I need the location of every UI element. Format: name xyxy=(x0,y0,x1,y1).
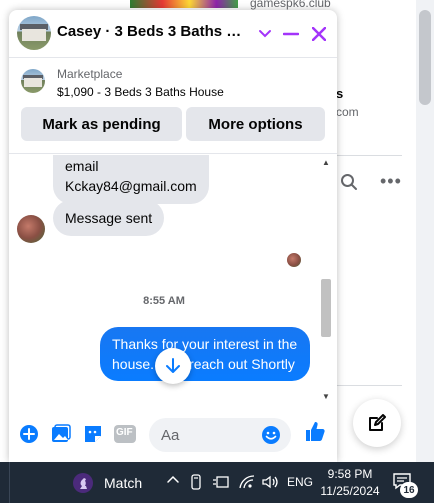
scroll-down-arrow-icon[interactable]: ▼ xyxy=(322,392,330,401)
read-receipt-avatar xyxy=(287,253,301,267)
language-indicator[interactable]: ENG xyxy=(287,475,313,489)
volume-icon[interactable] xyxy=(261,474,279,493)
divider xyxy=(336,155,402,156)
clock-time: 9:58 PM xyxy=(327,467,373,481)
message-composer: GIF xyxy=(9,414,337,454)
gif-label: GIF xyxy=(116,427,133,438)
sticker-icon[interactable] xyxy=(81,422,105,446)
message-text: Kckay84@gmail.com xyxy=(65,178,197,194)
gif-icon[interactable]: GIF xyxy=(113,422,137,446)
image-icon[interactable] xyxy=(49,422,73,446)
mark-as-pending-button[interactable]: Mark as pending xyxy=(21,107,182,141)
chat-scrollbar-thumb[interactable] xyxy=(321,279,331,337)
listing-avatar[interactable] xyxy=(17,16,51,50)
arrow-down-icon xyxy=(166,358,180,373)
more-horizontal-icon[interactable]: ••• xyxy=(380,171,402,192)
scroll-up-arrow-icon[interactable]: ▲ xyxy=(322,158,330,167)
chat-scrollbar[interactable]: ▲ ▼ xyxy=(319,155,333,404)
chess-piece-icon xyxy=(73,473,93,493)
listing-thumbnail[interactable] xyxy=(21,69,45,93)
emoji-icon[interactable] xyxy=(261,425,281,445)
listing-source-label: Marketplace xyxy=(57,67,123,81)
marketplace-listing-panel: Marketplace $1,090 - 3 Beds 3 Baths Hous… xyxy=(9,59,337,154)
device-icon[interactable] xyxy=(190,474,202,493)
chat-title[interactable]: Casey · 3 Beds 3 Baths House xyxy=(57,23,247,40)
chat-header[interactable]: Casey · 3 Beds 3 Baths House xyxy=(9,10,337,58)
clock-date: 11/25/2024 xyxy=(320,484,380,498)
taskbar-clock[interactable]: 9:58 PM 11/25/2024 xyxy=(318,466,382,500)
windows-taskbar: Match ENG 9:58 PM 11/25/2024 16 xyxy=(0,462,434,503)
minimize-icon[interactable] xyxy=(279,22,303,46)
page-scrollbar-thumb[interactable] xyxy=(419,10,431,105)
message-bubble-incoming[interactable]: Message sent xyxy=(53,200,165,236)
message-list[interactable]: email Kckay84@gmail.com Message sent 8:5… xyxy=(9,155,337,404)
new-message-button[interactable] xyxy=(353,399,401,447)
message-timestamp: 8:55 AM xyxy=(143,295,185,307)
scroll-to-bottom-button[interactable] xyxy=(155,348,191,384)
taskbar-app-label: Match xyxy=(104,475,143,491)
chevron-down-icon[interactable] xyxy=(253,22,277,46)
background-domain-fragment: com xyxy=(336,105,359,119)
background-text-fragment: s xyxy=(336,86,344,101)
compose-icon xyxy=(369,414,386,431)
message-bubble-incoming[interactable]: email Kckay84@gmail.com xyxy=(53,155,209,204)
battery-plug-icon[interactable] xyxy=(212,474,230,493)
message-text: Message sent xyxy=(65,210,153,226)
taskbar-app-match[interactable]: Match xyxy=(72,471,142,495)
more-options-button[interactable]: More options xyxy=(186,107,325,141)
taskbar-divider xyxy=(0,462,10,503)
sender-avatar[interactable] xyxy=(17,215,45,243)
chat-window: Casey · 3 Beds 3 Baths House Marketplace… xyxy=(9,10,337,462)
ad-domain[interactable]: gamespk6.club xyxy=(250,0,331,10)
notification-count-badge: 16 xyxy=(400,482,418,498)
divider xyxy=(336,385,402,386)
message-bubble-outgoing[interactable]: Thanks for your interest in the house. I… xyxy=(100,327,310,381)
message-text: email xyxy=(65,158,99,174)
chevron-up-icon[interactable] xyxy=(166,473,180,487)
close-icon[interactable] xyxy=(307,22,331,46)
listing-summary[interactable]: $1,090 - 3 Beds 3 Baths House xyxy=(57,85,224,99)
thumbs-up-icon[interactable] xyxy=(303,420,327,444)
message-text: Thanks for your interest in the house. I… xyxy=(112,336,298,372)
wifi-icon[interactable] xyxy=(238,474,256,493)
search-icon[interactable] xyxy=(340,173,358,191)
plus-circle-icon[interactable] xyxy=(17,422,41,446)
ad-image[interactable] xyxy=(130,0,238,8)
